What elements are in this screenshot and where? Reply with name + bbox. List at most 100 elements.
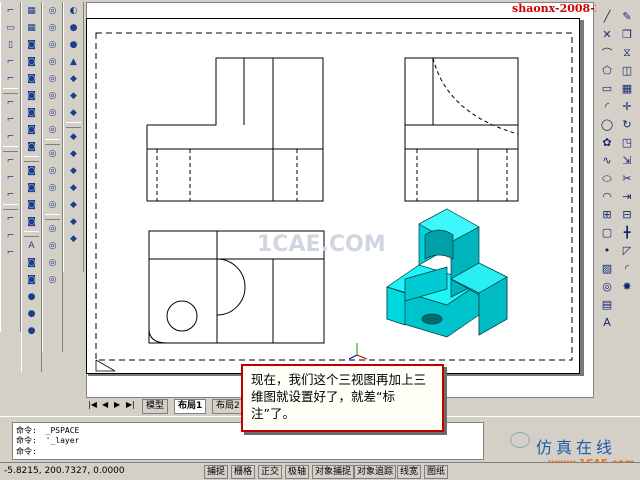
toolbar-button[interactable]: ◎	[44, 37, 61, 53]
toolbar-button[interactable]: ◎	[44, 180, 61, 196]
toolbar-button[interactable]: ◙	[23, 122, 40, 138]
chamfer-icon[interactable]: ◸	[618, 242, 636, 259]
toolbar-button[interactable]: ◎	[44, 3, 61, 19]
toolbar-button[interactable]: ◙	[23, 163, 40, 179]
toolbar-button[interactable]: ◆	[65, 197, 82, 213]
move-icon[interactable]: ✛	[618, 98, 636, 115]
toolbar-button[interactable]: ⌐	[2, 95, 19, 111]
construction-line-icon[interactable]: ✕	[598, 26, 616, 43]
trim-icon[interactable]: ✂	[618, 170, 636, 187]
toolbar-button[interactable]: ◆	[65, 71, 82, 87]
toolbar-button[interactable]: A	[23, 238, 40, 254]
point-icon[interactable]: •	[598, 242, 616, 259]
toolbar-button[interactable]: ⌐	[2, 129, 19, 145]
polar-toggle[interactable]: 极轴	[285, 465, 310, 479]
toolbar-button[interactable]: ◐	[65, 3, 82, 19]
toolbar-button[interactable]: ◙	[23, 139, 40, 155]
toolbar-button[interactable]: ◆	[65, 146, 82, 162]
paper-toggle[interactable]: 图纸	[424, 465, 449, 479]
insert-block-icon[interactable]: ⊞	[598, 206, 616, 223]
tab-layout2[interactable]: 布局2	[212, 399, 244, 414]
toolbar-button[interactable]: ⌐	[2, 245, 19, 261]
toolbar-button[interactable]: ⌐	[2, 170, 19, 186]
toolbar-button[interactable]: ◙	[23, 272, 40, 288]
toolbar-button[interactable]: ◆	[65, 88, 82, 104]
toolbar-button[interactable]: ◎	[44, 163, 61, 179]
mtext-icon[interactable]: A	[598, 314, 616, 331]
polygon-icon[interactable]: ⬠	[598, 62, 616, 79]
rotate-icon[interactable]: ↻	[618, 116, 636, 133]
toolbar-button[interactable]: ●	[65, 37, 82, 53]
toolbar-button[interactable]: ◎	[44, 221, 61, 237]
stretch-icon[interactable]: ⇲	[618, 152, 636, 169]
toolbar-button[interactable]: ◎	[44, 146, 61, 162]
toolbar-button[interactable]: ⌐	[2, 211, 19, 227]
lineweight-toggle[interactable]: 线宽	[397, 465, 422, 479]
toolbar-button[interactable]: ◙	[23, 197, 40, 213]
grid-toggle[interactable]: 栅格	[231, 465, 256, 479]
arc-icon[interactable]: ◜	[598, 98, 616, 115]
toolbar-button[interactable]: ◆	[65, 231, 82, 247]
mirror-icon[interactable]: ⧖	[618, 44, 636, 61]
toolbar-button[interactable]: ◙	[23, 214, 40, 230]
table-icon[interactable]: ▤	[598, 296, 616, 313]
array-icon[interactable]: ▦	[618, 80, 636, 97]
toolbar-button[interactable]: ◎	[44, 238, 61, 254]
toolbar-button[interactable]: ◙	[23, 71, 40, 87]
snap-toggle[interactable]: 捕捉	[204, 465, 229, 479]
make-block-icon[interactable]: ▢	[598, 224, 616, 241]
toolbar-button[interactable]: ◎	[44, 197, 61, 213]
toolbar-button[interactable]: ⌐	[2, 112, 19, 128]
revcloud-icon[interactable]: ✿	[598, 134, 616, 151]
toolbar-button[interactable]: ◎	[44, 105, 61, 121]
toolbar-button[interactable]: ◙	[23, 88, 40, 104]
fillet-icon[interactable]: ◜	[618, 260, 636, 277]
toolbar-button[interactable]: ▲	[65, 54, 82, 70]
toolbar-button[interactable]: ◎	[44, 54, 61, 70]
tab-nav-prev[interactable]: ◀	[102, 400, 108, 409]
tab-layout1[interactable]: 布局1	[174, 399, 207, 414]
toolbar-button[interactable]: ◎	[44, 122, 61, 138]
toolbar-button[interactable]: ⌐	[2, 187, 19, 203]
toolbar-button[interactable]: ◙	[23, 105, 40, 121]
toolbar-button[interactable]: ◎	[44, 255, 61, 271]
toolbar-button[interactable]: ◎	[44, 71, 61, 87]
region-icon[interactable]: ◎	[598, 278, 616, 295]
toolbar-button[interactable]: ▦	[23, 20, 40, 36]
toolbar-button[interactable]: ◙	[23, 37, 40, 53]
tab-nav-first[interactable]: |◀	[88, 400, 97, 409]
scale-icon[interactable]: ◳	[618, 134, 636, 151]
toolbar-button[interactable]: ◎	[44, 88, 61, 104]
toolbar-button[interactable]: ◆	[65, 163, 82, 179]
otrack-toggle[interactable]: 对象追踪	[354, 465, 397, 479]
toolbar-button[interactable]: ◆	[65, 180, 82, 196]
toolbar-button[interactable]: ⌐	[2, 228, 19, 244]
toolbar-button[interactable]: ⌐	[2, 54, 19, 70]
toolbar-button[interactable]: ●	[65, 20, 82, 36]
ortho-toggle[interactable]: 正交	[258, 465, 283, 479]
layout-paper[interactable]: 1CAE.COM	[86, 18, 580, 374]
toolbar-button[interactable]: ●	[23, 306, 40, 322]
command-input-prompt[interactable]: 命令:	[16, 447, 37, 456]
break-icon[interactable]: ⊟	[618, 206, 636, 223]
explode-icon[interactable]: ✸	[618, 278, 636, 295]
toolbar-button[interactable]: ▭	[2, 20, 19, 36]
ellipse-icon[interactable]: ⬭	[598, 170, 616, 187]
toolbar-button[interactable]: ⌐	[2, 71, 19, 87]
spline-icon[interactable]: ∿	[598, 152, 616, 169]
hatch-icon[interactable]: ▨	[598, 260, 616, 277]
toolbar-button[interactable]: ▦	[23, 3, 40, 19]
circle-icon[interactable]: ◯	[598, 116, 616, 133]
toolbar-button[interactable]: ▯	[2, 37, 19, 53]
toolbar-button[interactable]: ◎	[44, 20, 61, 36]
toolbar-button[interactable]: ◙	[23, 180, 40, 196]
line-icon[interactable]: ╱	[598, 8, 616, 25]
properties-icon[interactable]: ✎	[618, 8, 636, 25]
toolbar-button[interactable]: ◙	[23, 255, 40, 271]
toolbar-button[interactable]: ◆	[65, 105, 82, 121]
offset-icon[interactable]: ◫	[618, 62, 636, 79]
toolbar-button[interactable]: ◆	[65, 129, 82, 145]
tab-nav-last[interactable]: ▶|	[126, 400, 135, 409]
extend-icon[interactable]: ⇥	[618, 188, 636, 205]
tab-model[interactable]: 模型	[142, 399, 169, 414]
